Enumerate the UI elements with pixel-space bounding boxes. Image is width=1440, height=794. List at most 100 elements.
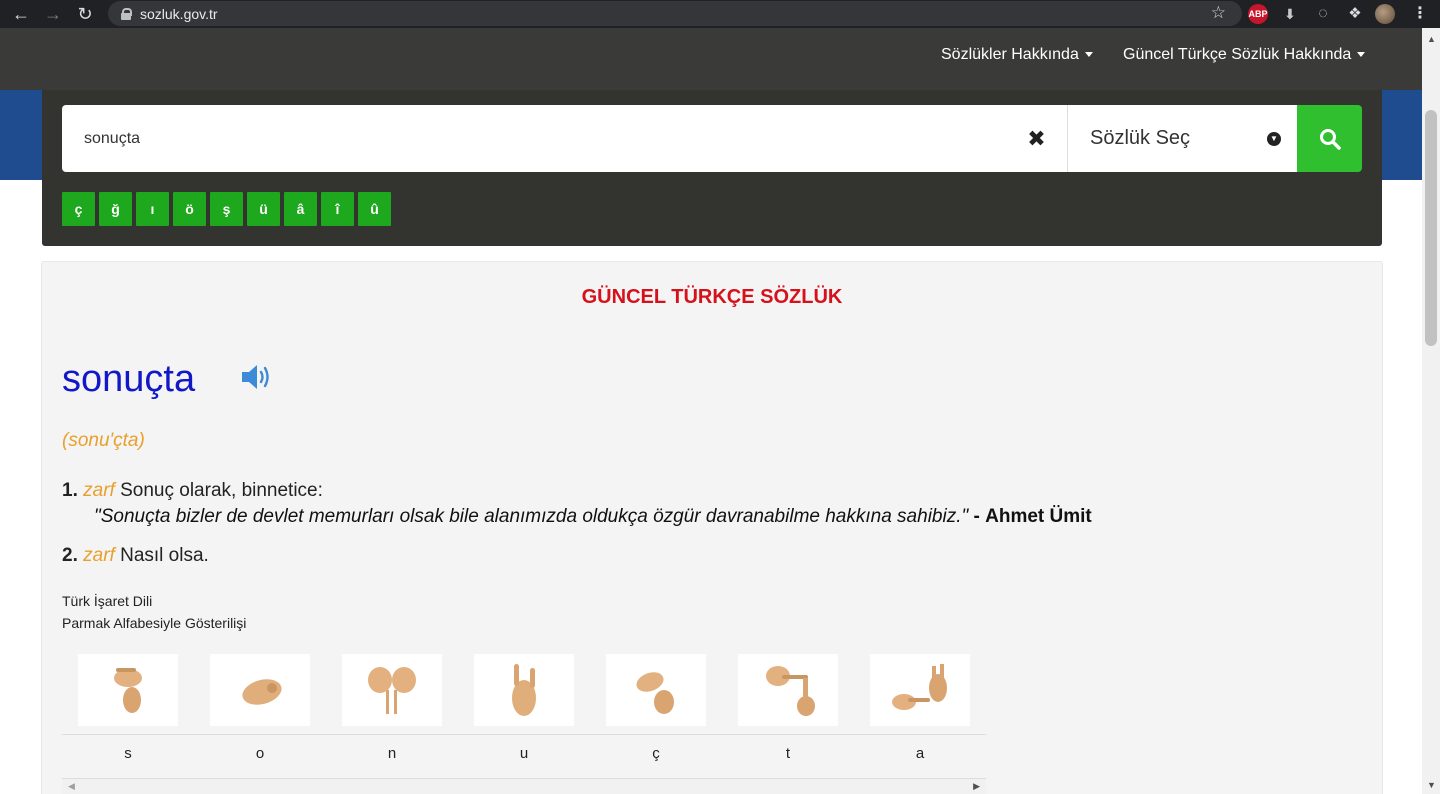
search-input[interactable] [62, 105, 1006, 172]
hand-cell [854, 654, 986, 726]
result-panel: GÜNCEL TÜRKÇE SÖZLÜK sonuçta (sonu'çta) … [41, 261, 1383, 794]
search-panel: ✖ Sözlük Seç ▼ ç ğ ı ö ş ü â î û [42, 90, 1382, 246]
letter-cell: s [124, 745, 132, 762]
nav-dropdown-guncel[interactable]: Güncel Türkçe Sözlük Hakkında [1123, 46, 1366, 64]
nav-dropdown-sozlukler[interactable]: Sözlükler Hakkında [941, 46, 1093, 64]
hand-cell [722, 654, 854, 726]
hand-sign-image [738, 654, 838, 726]
horizontal-scrollbar[interactable]: ◀ ▶ [62, 778, 986, 794]
search-icon [1319, 128, 1341, 150]
example-quote-mark: " [94, 506, 101, 527]
char-key[interactable]: î [321, 192, 354, 226]
vertical-scrollbar[interactable]: ▲ ▼ [1422, 28, 1440, 794]
forward-icon[interactable]: → [42, 3, 64, 25]
pronunciation: (sonu'çta) [62, 430, 145, 451]
hand-cell [194, 654, 326, 726]
hand-sign-image [342, 654, 442, 726]
char-key[interactable]: ç [62, 192, 95, 226]
hand-sign-image [78, 654, 178, 726]
headword: sonuçta [62, 358, 196, 400]
char-key[interactable]: ö [173, 192, 206, 226]
letter-cell: u [519, 745, 529, 762]
letter-cell: n [387, 745, 397, 762]
hand-sign-t-icon [766, 666, 815, 716]
lock-icon [120, 7, 132, 20]
part-of-speech: zarf [83, 480, 115, 501]
hand-sign-image [474, 654, 574, 726]
site-header: Sözlükler Hakkında Güncel Türkçe Sözlük … [0, 28, 1422, 90]
chevron-down-icon: ▼ [1267, 132, 1281, 146]
example-quote: Sonuçta bizler de devlet memurları olsak… [100, 506, 962, 527]
clear-search-button[interactable]: ✖ [1006, 105, 1067, 172]
example-quote-mark: " [961, 506, 969, 527]
sign-language-subtitle: Parmak Alfabesiyle Gösterilişi [62, 615, 247, 631]
sense-definition: Sonuç olarak, binnetice: [120, 480, 323, 501]
sense-item: 2. zarf Nasıl olsa. [62, 545, 209, 567]
hand-cell [326, 654, 458, 726]
char-key[interactable]: ı [136, 192, 169, 226]
scroll-down-icon[interactable]: ▼ [1427, 780, 1436, 790]
letter-cell: o [255, 745, 265, 762]
sense-definition: Nasıl olsa. [120, 545, 209, 566]
profile-avatar[interactable] [1375, 4, 1395, 24]
address-url: sozluk.gov.tr [140, 5, 218, 22]
hand-sign-image [606, 654, 706, 726]
hand-sign-n-icon [368, 667, 416, 714]
close-icon: ✖ [1027, 125, 1046, 151]
hand-sign-image [210, 654, 310, 726]
part-of-speech: zarf [83, 545, 115, 566]
nav-dropdown-label: Güncel Türkçe Sözlük Hakkında [1123, 46, 1352, 63]
adblock-extension-icon[interactable]: ABP [1248, 4, 1268, 24]
extensions-puzzle-icon[interactable]: ❖ [1345, 4, 1365, 24]
example-author: Ahmet Ümit [985, 506, 1092, 527]
hand-sign-o-icon [242, 679, 282, 705]
special-char-keys: ç ğ ı ö ş ü â î û [62, 192, 391, 226]
char-key[interactable]: ş [210, 192, 243, 226]
bookmark-star-icon[interactable]: ☆ [1211, 3, 1226, 23]
letter-cell: ç [652, 745, 660, 762]
hand-cell [590, 654, 722, 726]
char-key[interactable]: â [284, 192, 317, 226]
hand-sign-s-icon [114, 668, 142, 713]
letter-row: s o n u ç t a [62, 735, 986, 773]
caret-down-icon [1357, 52, 1366, 58]
hand-sign-image [870, 654, 970, 726]
scroll-up-icon[interactable]: ▲ [1427, 34, 1436, 44]
sign-language-title: Türk İşaret Dili [62, 593, 153, 609]
dictionary-title: GÜNCEL TÜRKÇE SÖZLÜK [581, 286, 843, 308]
char-key[interactable]: ğ [99, 192, 132, 226]
download-extension-icon[interactable]: ⬇ [1280, 4, 1300, 24]
scroll-left-icon[interactable]: ◀ [68, 781, 75, 792]
nav-dropdown-label: Sözlükler Hakkında [941, 46, 1079, 63]
sense-item: 1. zarf Sonuç olarak, binnetice: [62, 480, 323, 502]
char-key[interactable]: ü [247, 192, 280, 226]
browser-toolbar: ← → ↻ sozluk.gov.tr ☆ ABP ⬇ ◌ ❖ ⋮ [0, 0, 1440, 28]
arc-extension-icon[interactable]: ◌ [1313, 4, 1333, 24]
address-bar[interactable]: sozluk.gov.tr ☆ [108, 1, 1242, 26]
hand-sign-c-cedilla-icon [636, 672, 674, 714]
hand-sign-a-icon [892, 664, 947, 710]
reload-icon[interactable]: ↻ [74, 3, 96, 25]
char-key[interactable]: û [358, 192, 391, 226]
letter-cell: t [785, 745, 791, 762]
hand-cell [458, 654, 590, 726]
scrollbar-thumb[interactable] [1425, 110, 1437, 346]
scroll-right-icon[interactable]: ▶ [973, 781, 980, 792]
sign-language-heading: Türk İşaret Dili Parmak Alfabesiyle Göst… [62, 590, 246, 634]
dictionary-select[interactable]: Sözlük Seç ▼ [1067, 105, 1297, 172]
letter-cell: a [915, 745, 925, 762]
caret-down-icon [1084, 52, 1093, 58]
dictionary-select-label: Sözlük Seç [1090, 127, 1191, 149]
hand-cell [62, 654, 194, 726]
example-separator: - [973, 506, 980, 527]
speaker-icon[interactable] [240, 362, 274, 392]
sense-number: 1. [62, 480, 78, 501]
hand-image-row [62, 654, 986, 726]
sense-number: 2. [62, 545, 78, 566]
finger-alphabet-table: s o n u ç t a [62, 654, 986, 773]
search-button[interactable] [1297, 105, 1362, 172]
browser-menu-icon[interactable]: ⋮ [1410, 4, 1430, 24]
hand-sign-u-icon [512, 664, 536, 716]
back-icon[interactable]: ← [10, 3, 32, 25]
example-sentence: "Sonuçta bizler de devlet memurları olsa… [94, 506, 1092, 528]
